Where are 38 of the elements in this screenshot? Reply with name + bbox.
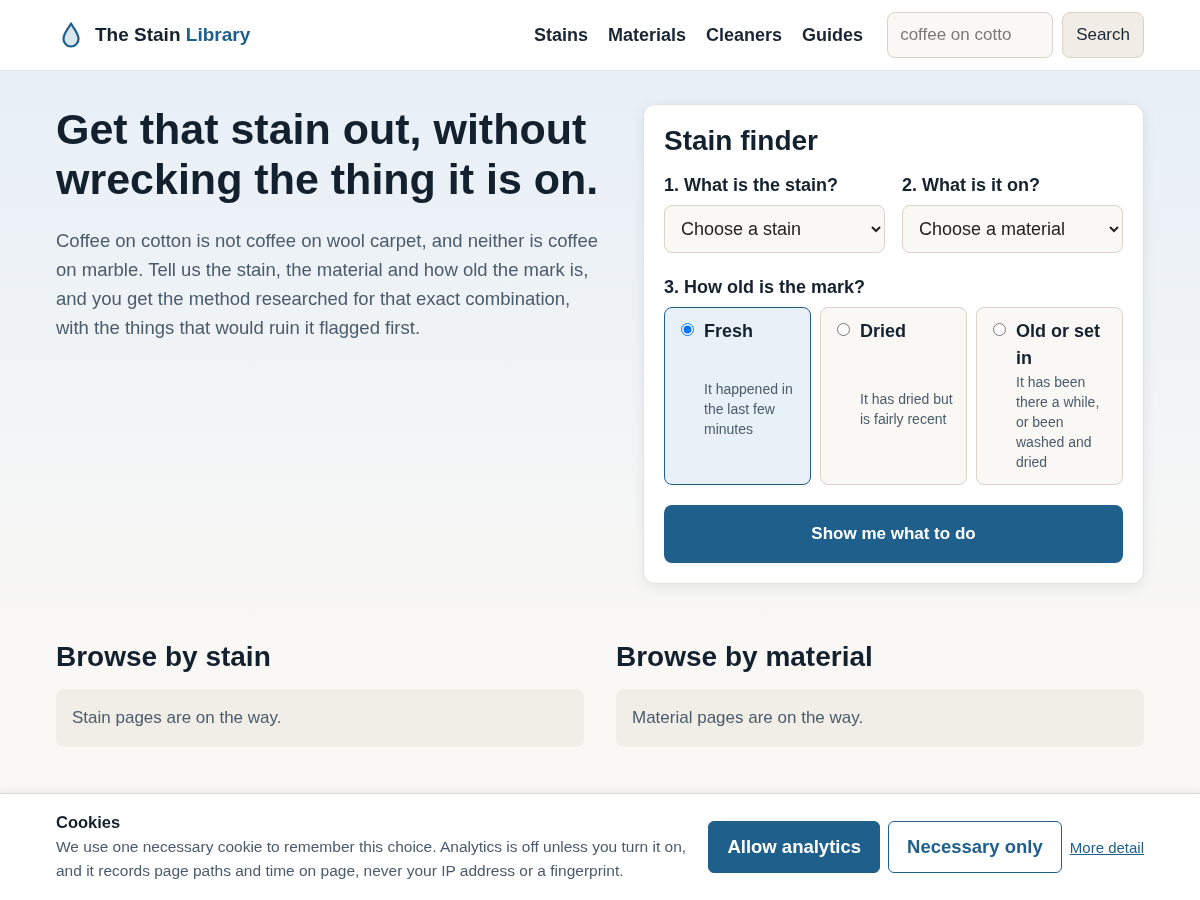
option-description: It has been there a while, or been washed and dried	[1016, 373, 1101, 472]
option-title: Dried	[860, 320, 907, 343]
cookie-title: Cookies	[56, 812, 122, 833]
option-description: It has dried but is fairly recent	[860, 389, 953, 429]
nav-link[interactable]: Stains	[534, 24, 588, 46]
age-option[interactable]: Dried It has dried but is fairly recent	[820, 307, 967, 485]
section-heading: Browse by material	[616, 640, 874, 674]
nav-link[interactable]: Materials	[608, 24, 687, 46]
field-label: 2. What is it on?	[902, 174, 1041, 197]
search-field[interactable]: coffee on cotto	[887, 12, 1054, 58]
info-panel: Material pages are on the way.	[616, 689, 1144, 747]
hero-heading: Get that stain out, without wrecking the thing it is on.	[56, 104, 600, 204]
material-select[interactable]: Choose a material	[902, 205, 1123, 253]
info-panel: Stain pages are on the way.	[56, 689, 584, 747]
card-title: Stain finder	[664, 124, 819, 158]
more-detail-link[interactable]: More detail	[1069, 838, 1144, 856]
site-name[interactable]: The Stain Library	[95, 24, 251, 46]
radio-button[interactable]	[681, 323, 694, 336]
age-option[interactable]: Fresh It happened in the last few minutes	[664, 307, 811, 485]
section-heading: Browse by stain	[56, 640, 272, 674]
field-label: 3. How old is the mark?	[664, 276, 867, 299]
cookie-button[interactable]: Necessary only	[888, 821, 1062, 873]
submit-button[interactable]: Show me what to do	[664, 505, 1123, 563]
option-title: Old or set in	[1016, 320, 1101, 370]
water-drop-icon	[62, 22, 80, 48]
hero-text: Coffee on cotton is not coffee on wool carpet, and neither is coffee on marble. Tell us the stain, the material and how old the mark is, and you get the method researched for that exact combination, with the things that would ruin it flagged first.	[56, 229, 599, 340]
cookie-text: We use one necessary cookie to remember this choice. Analytics is off unless you turn it on, and it records page paths and time on page, never your IP address or a fingerprint.	[56, 837, 688, 881]
search-button[interactable]: Search	[1062, 12, 1144, 58]
radio-button[interactable]	[837, 323, 850, 336]
nav-link[interactable]: Guides	[802, 24, 864, 46]
cookie-button[interactable]: Allow analytics	[708, 821, 881, 873]
option-title: Fresh	[704, 320, 755, 343]
field-label: 1. What is the stain?	[664, 174, 840, 197]
age-option[interactable]: Old or set in It has been there a while, or been washed and dried	[976, 307, 1123, 485]
radio-button[interactable]	[993, 323, 1006, 336]
option-description: It happened in the last few minutes	[704, 379, 794, 439]
nav-link[interactable]: Cleaners	[706, 24, 783, 46]
stain-select[interactable]: Choose a stain	[664, 205, 885, 253]
